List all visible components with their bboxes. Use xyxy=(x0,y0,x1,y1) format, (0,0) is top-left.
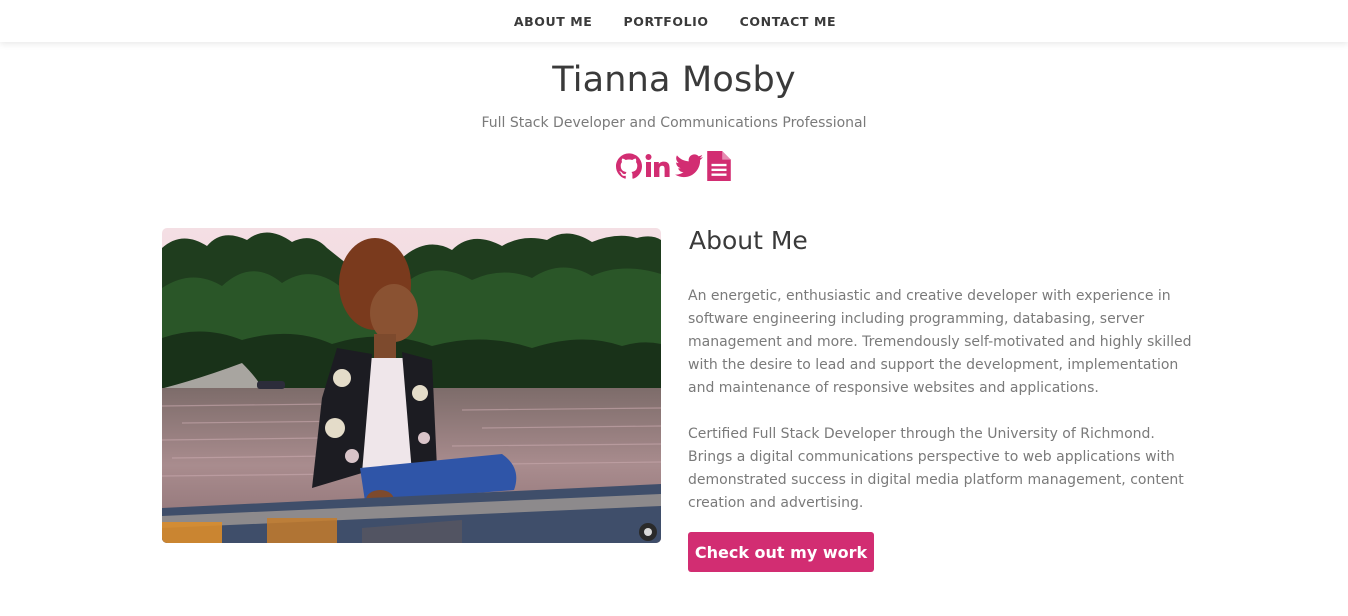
social-links xyxy=(0,150,1348,182)
twitter-link[interactable] xyxy=(675,150,703,182)
twitter-icon xyxy=(675,154,703,178)
check-out-my-work-button[interactable]: Check out my work xyxy=(688,532,874,572)
linkedin-icon xyxy=(645,154,670,177)
hero-subtitle: Full Stack Developer and Communications … xyxy=(481,115,867,131)
linkedin-link[interactable] xyxy=(645,150,673,182)
hero-name: Tianna Mosby xyxy=(552,60,796,100)
top-navbar: ABOUT ME PORTFOLIO CONTACT ME xyxy=(0,0,1348,42)
github-icon xyxy=(616,153,642,179)
about-paragraph-1: An energetic, enthusiastic and creative … xyxy=(688,288,1192,396)
resume-document-icon xyxy=(707,151,731,181)
about-paragraph-2: Certified Full Stack Developer through t… xyxy=(688,426,1184,511)
github-link[interactable] xyxy=(615,150,643,182)
nav-link-contact-me[interactable]: CONTACT ME xyxy=(740,14,837,29)
profile-photo xyxy=(162,228,661,543)
resume-link[interactable] xyxy=(705,150,733,182)
nav-link-about-me[interactable]: ABOUT ME xyxy=(514,14,593,29)
about-me-heading: About Me xyxy=(689,226,808,255)
nav-link-portfolio[interactable]: PORTFOLIO xyxy=(623,14,708,29)
nav-links: ABOUT ME PORTFOLIO CONTACT ME xyxy=(0,0,1348,42)
